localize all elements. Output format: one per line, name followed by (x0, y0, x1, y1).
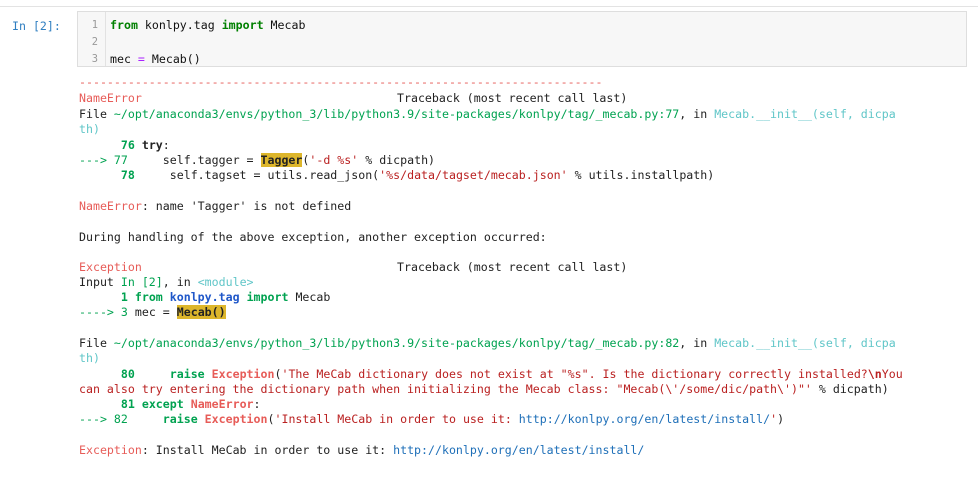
colon: : (253, 397, 261, 411)
string-literal: You (881, 367, 903, 381)
line-number: 1 (120, 290, 128, 304)
code-text: % dicpath) (358, 153, 436, 167)
arrow-marker: ---> 77 (79, 153, 128, 167)
traceback-header: Exception (79, 260, 142, 275)
keyword: try (141, 138, 163, 152)
string-literal: 'The MeCab dictionary does not exist at … (281, 367, 868, 381)
url-link[interactable]: http://konlpy.org/en/latest/install/ (393, 443, 644, 457)
input-link[interactable]: In [2] (121, 275, 163, 289)
function-name: Mecab.__init__(self, dicpa (714, 336, 896, 350)
line-number: 80 (120, 367, 135, 381)
in-text: , in (679, 107, 715, 121)
traceback-file-line: File ~/opt/anaconda3/envs/python_3/lib/p… (79, 336, 896, 351)
line-number: 1 (91, 19, 98, 31)
module-name: konlpy.tag (169, 290, 240, 304)
source-line-78: 78 self.tagset = utils.read_json('%s/dat… (79, 168, 714, 183)
code-text: self.tagger = (127, 153, 261, 167)
source-line-1: 1 from konlpy.tag import Mecab (79, 290, 330, 305)
error-name: NameError (79, 91, 142, 105)
traceback-title: Traceback (most recent call last) (397, 260, 628, 274)
error-name: Exception (79, 443, 142, 457)
keyword: import (246, 290, 289, 304)
string-literal: '-d %s' (309, 153, 359, 167)
function-name-wrap: th) (79, 122, 100, 136)
final-exception-message: Exception: Install MeCab in order to use… (79, 443, 644, 458)
file-prefix: File (79, 336, 114, 350)
source-line-77: ---> 77 self.tagger = Tagger('-d %s' % d… (79, 153, 435, 168)
string-literal: '%s/data/tagset/mecab.json' (379, 168, 568, 182)
line-number: 76 (120, 138, 135, 152)
traceback-separator: ----------------------------------------… (79, 75, 603, 89)
string-literal: ' (770, 412, 778, 426)
source-line-80-wrap: can also try entering the dictionary pat… (79, 382, 889, 397)
code-text: % utils.installpath) (567, 168, 715, 182)
code-cell-input[interactable]: 1 2 3 from konlpy.tag import Mecab mec =… (77, 11, 967, 67)
string-literal: can also try entering the dictionary pat… (79, 382, 812, 396)
string-literal: 'Install MeCab in order to use it: (274, 412, 519, 426)
error-message: NameError: name 'Tagger' is not defined (79, 199, 351, 214)
input-prefix: Input (79, 275, 121, 289)
error-name: Exception (79, 260, 142, 274)
handling-message: During handling of the above exception, … (79, 230, 547, 244)
arrow-marker: ----> 3 (79, 305, 128, 319)
code-line-3[interactable]: mec = Mecab() (110, 52, 201, 66)
line-number: 2 (91, 36, 98, 48)
variable: mec (110, 52, 138, 66)
traceback-file-line: File ~/opt/anaconda3/envs/python_3/lib/p… (79, 107, 896, 122)
module-name: konlpy.tag (137, 18, 222, 32)
escape-sequence: \n (867, 367, 882, 381)
keyword: from (134, 290, 163, 304)
source-line-3: ----> 3 mec = Mecab() (79, 305, 226, 320)
highlighted-token: Tagger (260, 153, 303, 167)
notebook-top-border (0, 6, 978, 7)
keyword: from (110, 18, 138, 32)
url-link[interactable]: http://konlpy.org/en/latest/install/ (519, 412, 770, 426)
code-line-1[interactable]: from konlpy.tag import Mecab (110, 18, 305, 32)
exception-class: Exception (211, 367, 275, 381)
source-line-76: 76 try: (79, 138, 170, 153)
import-name: Mecab (263, 18, 306, 32)
line-number: 3 (91, 53, 98, 65)
traceback-title: Traceback (most recent call last) (397, 91, 628, 105)
in-text: , in (679, 336, 715, 350)
file-link[interactable]: ~/opt/anaconda3/envs/python_3/lib/python… (114, 336, 679, 350)
module-name: <module> (197, 275, 254, 289)
source-line-81: 81 except NameError: (79, 397, 261, 412)
error-name: NameError (79, 199, 142, 213)
code-text: mec = (127, 305, 177, 319)
colon: : (162, 138, 170, 152)
operator: = (137, 52, 145, 66)
error-text: : name 'Tagger' is not defined (141, 199, 352, 213)
source-line-82: ---> 82 raise Exception('Install MeCab i… (79, 412, 784, 427)
exception-class: NameError (190, 397, 254, 411)
in-text: , in (162, 275, 198, 289)
keyword: except (141, 397, 184, 411)
cell-prompt: In [2]: (12, 19, 61, 33)
keyword: raise (169, 367, 205, 381)
import-name: Mecab (295, 290, 331, 304)
exception-class: Exception (204, 412, 268, 426)
error-text: : Install MeCab in order to use it: (141, 443, 394, 457)
arrow-marker: ---> 82 (79, 412, 128, 426)
input-line: Input In [2], in <module> (79, 275, 254, 290)
keyword: import (221, 18, 264, 32)
keyword: raise (162, 412, 198, 426)
paren: ) (777, 412, 785, 426)
file-link[interactable]: ~/opt/anaconda3/envs/python_3/lib/python… (114, 107, 679, 121)
line-number: 81 (120, 397, 135, 411)
file-prefix: File (79, 107, 114, 121)
traceback-header: NameError (79, 91, 142, 106)
code-text: self.tagset = utils.read_json( (134, 168, 380, 182)
highlighted-token: Mecab() (176, 305, 226, 319)
expression: Mecab() (144, 52, 201, 66)
function-name-wrap: th) (79, 351, 100, 365)
function-name: Mecab.__init__(self, dicpa (714, 107, 896, 121)
line-number: 78 (120, 168, 135, 182)
source-line-80: 80 raise Exception('The MeCab dictionary… (79, 367, 903, 382)
code-text: % dicpath) (811, 382, 889, 396)
